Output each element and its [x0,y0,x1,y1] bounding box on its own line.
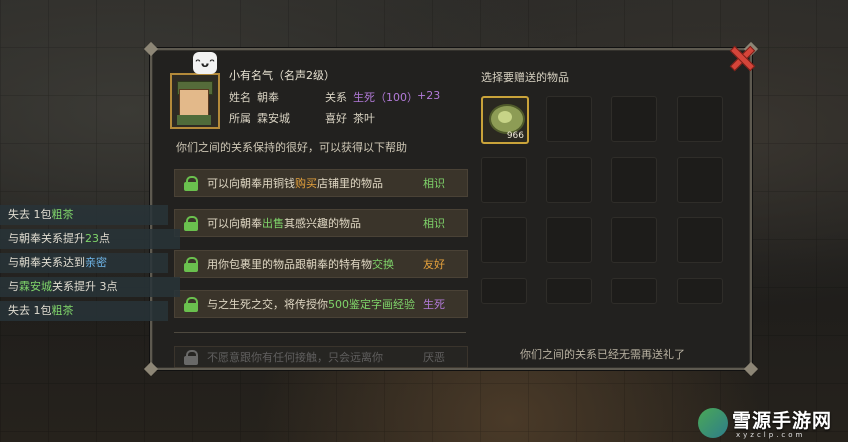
benefit-text: 不愿意跟你有任何接触，只会远离你 [207,351,383,364]
benefit-level: 相识 [423,217,445,230]
event-log-line: 与霖安城关系提升 3点 [0,277,180,297]
gift-slot[interactable] [481,217,527,263]
benefit-row-hostile: 不愿意跟你有任何接触，只会远离你 厌恶 [174,346,468,368]
gift-slot[interactable] [611,278,657,304]
gift-slot[interactable] [546,278,592,304]
close-button[interactable] [728,44,754,70]
event-log-line: 失去 1包粗茶 [0,301,168,321]
event-log-line: 与朝奉关系提升23点 [0,229,180,249]
name-label: 姓名 [229,91,251,104]
benefit-text: 与之生死之交，将传授你500鉴定字画经验 [207,298,415,311]
relation-label: 关系 [325,91,347,104]
benefit-level: 友好 [423,258,445,271]
gift-footer-message: 你们之间的关系已经无需再送礼了 [520,348,685,361]
site-watermark: 雪源手游网 xyzclp.com [698,406,846,440]
benefit-text: 可以向朝奉用铜钱购买店铺里的物品 [207,177,383,190]
likes-label: 喜好 [325,112,347,125]
gift-slot[interactable] [677,157,723,203]
relation-delta: +23 [417,89,441,102]
npc-name: 朝奉 [257,91,279,104]
gift-slot[interactable] [546,96,592,142]
emote-bubble-icon: ᵔᴗᵔ [193,52,217,74]
npc-body [177,115,211,125]
gift-slot[interactable] [481,278,527,304]
gift-slot[interactable] [481,157,527,203]
npc-affiliation: 霖安城 [257,112,290,125]
section-divider [174,332,466,333]
gift-slot[interactable] [677,96,723,142]
benefit-text: 可以向朝奉出售其感兴趣的物品 [207,217,361,230]
benefit-level: 相识 [423,177,445,190]
gift-slot[interactable] [677,278,723,304]
benefit-row-sell[interactable]: 可以向朝奉出售其感兴趣的物品 相识 [174,209,468,237]
gift-slot[interactable] [546,217,592,263]
lock-icon [184,350,198,365]
watermark-title: 雪源手游网 [732,410,833,432]
npc-likes: 茶叶 [353,112,375,125]
gift-slot-selected[interactable]: 966 [481,96,529,144]
benefit-row-teach[interactable]: 与之生死之交，将传授你500鉴定字画经验 生死 [174,290,468,318]
watermark-url: xyzclp.com [736,431,806,439]
npc-face [179,89,209,117]
benefit-text: 用你包裹里的物品跟朝奉的特有物交换 [207,258,394,271]
benefit-level: 厌恶 [423,351,445,364]
benefit-level: 生死 [423,298,445,311]
reputation-title: 小有名气（名声2级） [229,69,335,82]
watermark-logo-icon [698,408,728,438]
event-log-line: 失去 1包粗茶 [0,205,168,225]
gift-slot[interactable] [677,217,723,263]
event-log-line: 与朝奉关系达到亲密 [0,253,168,273]
npc-portrait [170,73,220,129]
benefit-row-buy[interactable]: 可以向朝奉用铜钱购买店铺里的物品 相识 [174,169,468,197]
item-quantity: 966 [506,131,524,141]
relation-level: 生死（100） [353,91,418,104]
tea-leaves-item-icon [489,104,525,134]
benefit-row-exchange[interactable]: 用你包裹里的物品跟朝奉的特有物交换 友好 [174,250,468,278]
unlock-icon [184,257,198,272]
gift-slot[interactable] [611,217,657,263]
gift-slot[interactable] [546,157,592,203]
unlock-icon [184,216,198,231]
gift-section-title: 选择要赠送的物品 [481,71,569,84]
unlock-icon [184,297,198,312]
gift-slot[interactable] [611,157,657,203]
gift-slot[interactable] [611,96,657,142]
unlock-icon [184,176,198,191]
affiliation-label: 所属 [229,112,251,125]
relation-description: 你们之间的关系保持的很好，可以获得以下帮助 [176,141,407,154]
